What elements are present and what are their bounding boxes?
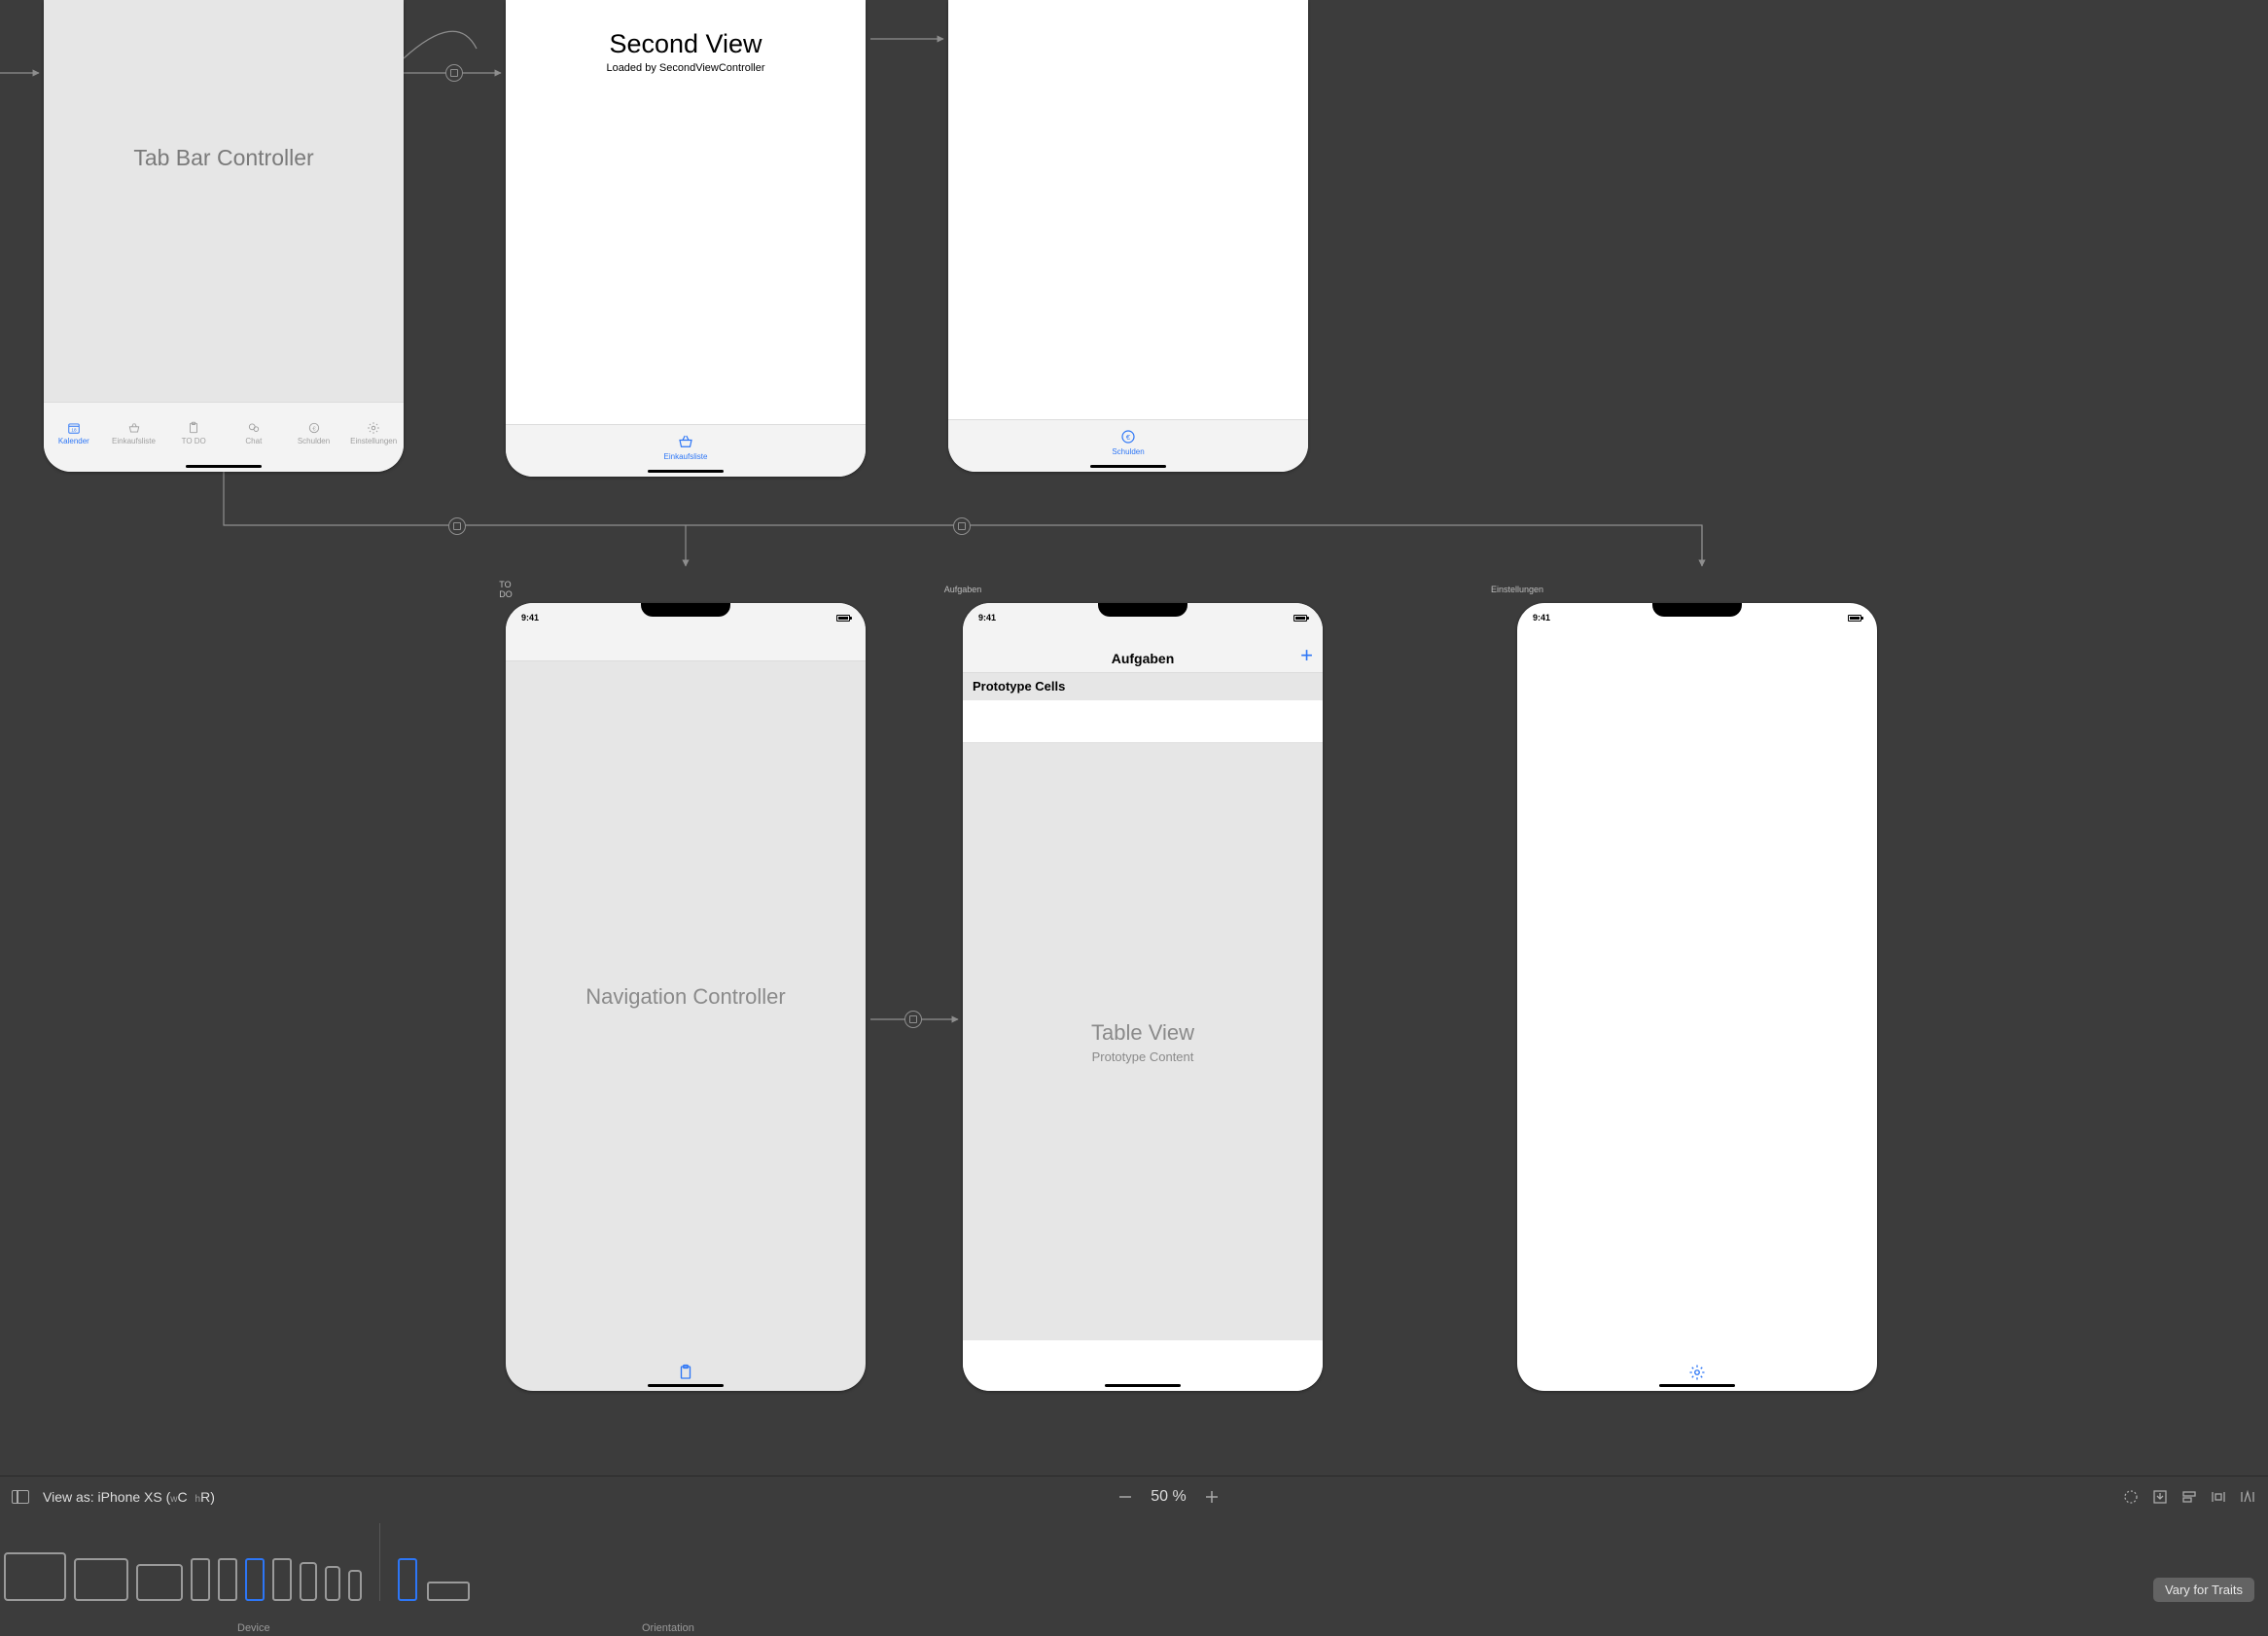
svg-text:18: 18 (71, 428, 77, 433)
notch (641, 603, 730, 617)
home-indicator (1659, 1384, 1735, 1387)
euro-icon: € (307, 421, 321, 435)
tab-einkaufsliste[interactable]: Einkaufsliste (104, 403, 164, 464)
tab-single-einkaufsliste[interactable]: Einkaufsliste (664, 425, 708, 469)
home-indicator (648, 1384, 724, 1387)
add-button[interactable]: + (1300, 643, 1313, 668)
zoom-out-button[interactable] (1116, 1487, 1135, 1507)
tab-icon-gear[interactable] (1688, 1364, 1706, 1386)
tab-icon-clipboard[interactable] (677, 1364, 694, 1386)
segue-badge[interactable] (904, 1011, 922, 1028)
battery-icon (836, 615, 850, 622)
device-iphone-max[interactable] (191, 1558, 210, 1601)
basket-icon (127, 421, 141, 435)
pin-constraints-icon[interactable] (2210, 1488, 2227, 1506)
basket-icon (677, 433, 694, 450)
nav-controller-label: Navigation Controller (585, 984, 785, 1010)
device-iphone-xr[interactable] (218, 1558, 237, 1601)
scene-einstellungen[interactable]: 9:41 (1517, 603, 1877, 1391)
battery-icon (1848, 615, 1861, 622)
zoom-in-button[interactable] (1202, 1487, 1222, 1507)
tabbar-controller-label: Tab Bar Controller (133, 145, 313, 171)
euro-icon: € (1119, 428, 1137, 445)
device-ipad-12[interactable] (4, 1552, 66, 1601)
tab-einstellungen[interactable]: Einstellungen (343, 403, 404, 464)
tab-kalender[interactable]: 18 Kalender (44, 403, 104, 464)
orientation-landscape[interactable] (427, 1582, 470, 1601)
tab-schulden[interactable]: € Schulden (284, 403, 344, 464)
resolve-issues-icon[interactable] (2239, 1488, 2256, 1506)
device-ipad-11[interactable] (74, 1558, 128, 1601)
align-icon[interactable] (2180, 1488, 2198, 1506)
device-iphone-se[interactable] (325, 1566, 340, 1601)
vary-for-traits-button[interactable]: Vary for Traits (2153, 1578, 2254, 1602)
update-frames-icon[interactable] (2122, 1488, 2140, 1506)
gear-icon (367, 421, 380, 435)
device-ipad-9[interactable] (136, 1564, 183, 1601)
calendar-icon: 18 (67, 421, 81, 435)
device-iphone-8[interactable] (300, 1562, 317, 1601)
second-view-subtitle: Loaded by SecondViewController (506, 62, 866, 74)
home-indicator (186, 465, 262, 468)
traits-footer: View as: iPhone XS (wC hR) 50 % (0, 1476, 2268, 1636)
storyboard-canvas[interactable]: Tab Bar Controller 18 Kalender Einkaufsl… (0, 0, 2268, 1636)
table-view-label: Table View (1091, 1020, 1194, 1046)
table-body[interactable]: Table View Prototype Content (963, 743, 1323, 1340)
scene-nav-controller[interactable]: 9:41 Navigation Controller (506, 603, 866, 1391)
svg-text:€: € (312, 426, 316, 432)
tabbar: 18 Kalender Einkaufsliste TO DO Chat € (44, 402, 404, 472)
orientation-portrait[interactable] (398, 1558, 417, 1601)
zoom-value: 50 % (1151, 1488, 1186, 1506)
device-iphone-plus[interactable] (272, 1558, 292, 1601)
device-iphone-4s[interactable] (348, 1570, 362, 1601)
tab-chat[interactable]: Chat (224, 403, 284, 464)
segue-badge[interactable] (448, 517, 466, 535)
segue-badge[interactable] (445, 64, 463, 82)
second-view-title: Second View (506, 29, 866, 59)
scene-schulden[interactable]: € Schulden (948, 0, 1308, 472)
home-indicator (1105, 1384, 1181, 1387)
prototype-cells-header: Prototype Cells (963, 673, 1323, 700)
tab-single-schulden[interactable]: € Schulden (1112, 420, 1144, 464)
table-view-sub: Prototype Content (1092, 1049, 1194, 1064)
device-picker (4, 1523, 380, 1601)
nav-title: Aufgaben (963, 651, 1323, 666)
zoom-controls: 50 % (1116, 1487, 1221, 1507)
segue-badge[interactable] (953, 517, 971, 535)
scene-aufgaben[interactable]: 9:41 Aufgaben + Prototype Cells Table Vi… (963, 603, 1323, 1391)
battery-icon (1293, 615, 1307, 622)
tab-todo[interactable]: TO DO (163, 403, 224, 464)
orientation-group-label: Orientation (642, 1622, 694, 1634)
scene-second-view[interactable]: Second View Loaded by SecondViewControll… (506, 0, 866, 477)
notch (1652, 603, 1742, 617)
scene-tabbar-controller[interactable]: Tab Bar Controller 18 Kalender Einkaufsl… (44, 0, 404, 472)
home-indicator (648, 470, 724, 473)
clipboard-icon (187, 421, 200, 435)
notch (1098, 603, 1187, 617)
svg-text:€: € (1126, 433, 1131, 442)
device-group-label: Device (237, 1622, 270, 1634)
orientation-picker (380, 1523, 470, 1601)
device-iphone-xs[interactable] (245, 1558, 265, 1601)
toggle-panel-icon[interactable] (12, 1490, 29, 1504)
home-indicator (1090, 465, 1166, 468)
embed-in-icon[interactable] (2151, 1488, 2169, 1506)
prototype-cell[interactable] (963, 700, 1323, 743)
chat-icon (247, 421, 261, 435)
view-as-label[interactable]: View as: iPhone XS (wC hR) (43, 1489, 215, 1505)
